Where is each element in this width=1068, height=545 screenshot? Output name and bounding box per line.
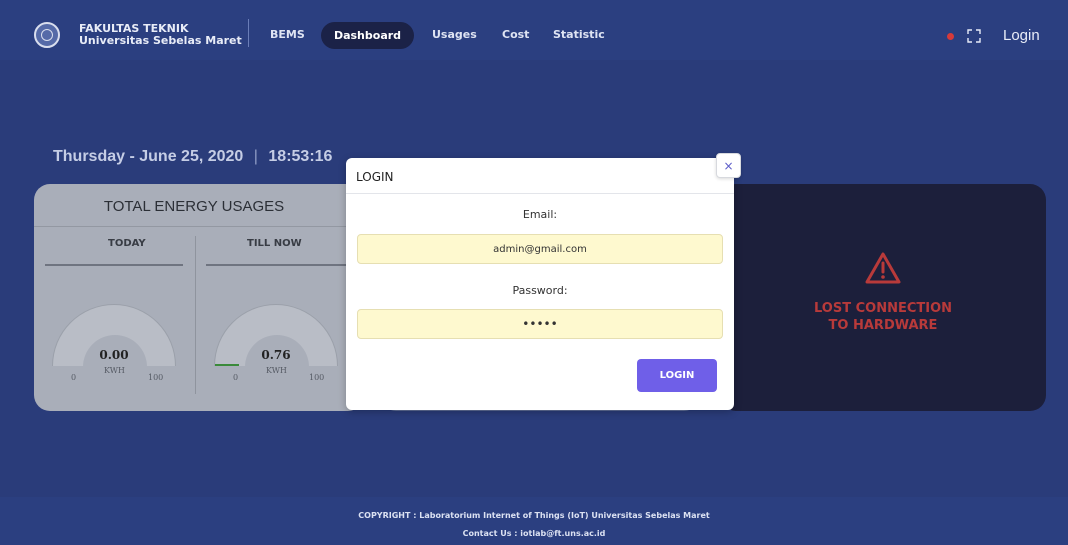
date-time-display: Thursday - June 25, 2020 | 18:53:16	[53, 148, 332, 166]
today-gauge-min: 0	[71, 373, 77, 382]
password-label: Password:	[512, 284, 568, 297]
close-icon[interactable]: ×	[716, 153, 741, 178]
email-field[interactable]	[357, 234, 723, 264]
modal-header: LOGIN	[346, 158, 734, 194]
footer-copyright: COPYRIGHT : Laboratorium Internet of Thi…	[358, 511, 710, 520]
hardware-alert-card: LOST CONNECTION TO HARDWARE	[720, 184, 1046, 411]
modal-title: LOGIN	[356, 170, 394, 184]
login-modal: LOGIN × Email: Password: LOGIN	[346, 153, 741, 410]
till-now-gauge-value: 0.76	[261, 348, 291, 362]
connection-status-dot	[947, 33, 954, 40]
brand-divider	[248, 19, 249, 47]
alert-line-1: LOST CONNECTION	[813, 301, 953, 316]
nav-item-dashboard[interactable]: Dashboard	[321, 22, 414, 49]
till-now-label: TILL NOW	[247, 238, 302, 249]
login-button[interactable]: LOGIN	[637, 359, 717, 392]
today-underline	[45, 264, 183, 266]
login-link[interactable]: Login	[1003, 27, 1040, 44]
total-energy-card: TOTAL ENERGY USAGES TODAY TILL NOW 0.00 …	[34, 184, 364, 411]
nav-item-usages[interactable]: Usages	[432, 28, 477, 41]
day-text: Thursday	[53, 148, 126, 165]
time-separator: |	[253, 148, 258, 165]
university-logo-icon	[34, 22, 60, 48]
lost-connection-message: LOST CONNECTION TO HARDWARE	[720, 300, 1046, 334]
warning-icon	[865, 252, 901, 284]
brand-line-university: Universitas Sebelas Maret	[79, 34, 242, 47]
nav-item-bems[interactable]: BEMS	[270, 28, 305, 41]
today-label: TODAY	[108, 238, 146, 249]
nav-item-dashboard-label: Dashboard	[333, 29, 402, 42]
page-footer: COPYRIGHT : Laboratorium Internet of Thi…	[0, 497, 1068, 545]
alert-line-2: TO HARDWARE	[828, 318, 938, 333]
till-now-gauge-fill	[215, 364, 239, 366]
password-field[interactable]	[357, 309, 723, 339]
till-now-gauge-unit: KWH	[266, 366, 287, 375]
date-separator: -	[129, 148, 140, 165]
fullscreen-icon[interactable]	[967, 29, 981, 43]
date-text: June 25, 2020	[139, 148, 244, 165]
till-now-gauge-min: 0	[233, 373, 239, 382]
today-gauge-unit: KWH	[104, 366, 125, 375]
today-gauge-max: 100	[148, 373, 164, 382]
energy-title-divider	[34, 226, 364, 227]
footer-contact: Contact Us : iotlab@ft.uns.ac.id	[462, 529, 606, 538]
till-now-underline	[206, 264, 364, 266]
till-now-gauge-max: 100	[309, 373, 325, 382]
today-gauge-value: 0.00	[99, 348, 129, 362]
brand-name: FAKULTAS TEKNIK Universitas Sebelas Mare…	[79, 23, 242, 47]
nav-item-statistic[interactable]: Statistic	[553, 28, 605, 41]
time-text: 18:53:16	[268, 148, 333, 165]
nav-item-cost[interactable]: Cost	[502, 28, 529, 41]
email-label: Email:	[522, 208, 558, 221]
energy-card-title: TOTAL ENERGY USAGES	[103, 198, 285, 215]
top-navbar: FAKULTAS TEKNIK Universitas Sebelas Mare…	[0, 0, 1068, 60]
column-divider	[195, 236, 196, 394]
